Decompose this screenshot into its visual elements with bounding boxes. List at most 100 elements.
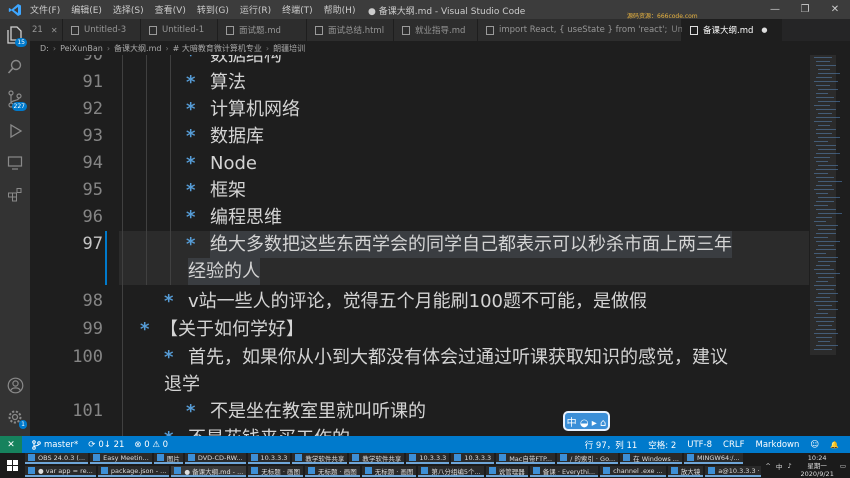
notification-bell-icon[interactable]: 🔔 xyxy=(830,441,839,449)
clock[interactable]: 10:24 星期一 2020/9/21 xyxy=(801,454,834,478)
tab-untitled-3[interactable]: Untitled-3 xyxy=(63,19,141,41)
taskbar-item-label: 10.3.3.3 xyxy=(260,453,288,462)
close-icon[interactable]: ✕ xyxy=(51,26,58,35)
extensions-icon[interactable] xyxy=(0,181,30,209)
minimize-button[interactable]: — xyxy=(760,0,790,19)
taskbar-item[interactable]: Mac自带FTP... xyxy=(496,453,556,464)
menu-view[interactable]: 查看(V) xyxy=(155,3,186,16)
menu-bar: 文件(F) 编辑(E) 选择(S) 查看(V) 转到(G) 运行(R) 终端(T… xyxy=(30,3,355,16)
breadcrumb-item[interactable]: # 大暗教育微计算机专业 xyxy=(173,43,262,54)
problems-status[interactable]: ⊗ 0 ⚠ 0 xyxy=(134,440,168,450)
taskbar-item[interactable]: 无标题 · 画图 xyxy=(305,466,360,477)
search-icon[interactable] xyxy=(0,53,30,81)
taskbar-item[interactable]: 在 Windows ... xyxy=(620,453,682,464)
system-tray: ^ 中 ♪ 10:24 星期一 2020/9/21 ▭ xyxy=(761,453,850,478)
code-line: 98 * v站一些人的评论，觉得五个月能刷100题不可能，是做假 xyxy=(30,288,810,315)
taskbar-item-label: 10.3.3.3 xyxy=(464,453,492,462)
branch-label: master* xyxy=(44,439,79,450)
account-icon[interactable] xyxy=(0,371,30,399)
taskbar-item-label: 无标题 · 画图 xyxy=(318,467,357,476)
ime-toolbar[interactable]: 中 ◒ ▸ ⌂ xyxy=(563,411,610,431)
taskbar-item[interactable]: 教学软件共享 xyxy=(349,453,405,464)
line-text: 数据库 xyxy=(210,126,264,147)
taskbar-item[interactable]: 第八分组编5个... xyxy=(418,466,484,477)
taskbar-item[interactable]: OBS 24.0.3 (... xyxy=(25,453,89,464)
remote-explorer-icon[interactable] xyxy=(0,149,30,177)
breadcrumb-item[interactable]: D: xyxy=(40,44,49,53)
chevron-right-icon: › xyxy=(52,43,57,53)
tab-career-md[interactable]: 就业指导.md xyxy=(394,19,478,41)
tab-untitled-1[interactable]: Untitled-1 xyxy=(141,19,218,41)
taskbar-item[interactable]: Easy Meetin... xyxy=(90,453,152,464)
source-control-icon[interactable]: 227 xyxy=(0,85,30,113)
taskbar-item-active[interactable]: ● 备课大纲.md - ... xyxy=(171,466,247,477)
line-number: 91 xyxy=(82,72,103,92)
code-line: 93 * 数据库 xyxy=(30,123,810,150)
taskbar-item[interactable]: package.json - ... xyxy=(97,466,170,477)
taskbar-item[interactable]: / 的索引 · Go... xyxy=(557,453,619,464)
tray-chevron-up-icon[interactable]: ^ xyxy=(765,462,770,470)
taskbar-item[interactable]: ● var app = re... xyxy=(25,466,96,477)
taskbar-item[interactable]: 10.3.3.3 xyxy=(451,453,495,464)
close-button[interactable]: ✕ xyxy=(820,0,850,19)
taskbar-item[interactable]: 教学软件共享 xyxy=(292,453,348,464)
volume-icon[interactable]: ♪ xyxy=(787,462,791,470)
menu-file[interactable]: 文件(F) xyxy=(30,3,60,16)
tab-untitled-9[interactable]: import React, { useState } from 'react';… xyxy=(478,19,714,41)
menu-selection[interactable]: 选择(S) xyxy=(113,3,144,16)
taskbar-item[interactable]: channel .exe ... xyxy=(600,466,666,477)
menu-edit[interactable]: 编辑(E) xyxy=(71,3,102,16)
tab-21[interactable]: 21 ✕ xyxy=(30,19,63,41)
taskbar-item[interactable]: 10.3.3.3 xyxy=(406,453,450,464)
cursor-position[interactable]: 行 97，列 11 xyxy=(585,439,638,451)
remote-indicator-icon[interactable]: ✕ xyxy=(0,436,22,453)
taskbar-item[interactable]: 说管理器 xyxy=(485,466,528,477)
tab-label: 备课大纲.md xyxy=(703,26,754,36)
ime-indicator[interactable]: 中 xyxy=(776,461,783,471)
encoding[interactable]: UTF-8 xyxy=(687,440,712,450)
settings-icon[interactable]: 1 xyxy=(0,403,30,431)
activity-bar: 15 227 1 xyxy=(0,19,30,436)
run-icon[interactable] xyxy=(0,117,30,145)
explorer-badge: 15 xyxy=(15,38,27,47)
line-text: 不是坐在教室里就叫听课的 xyxy=(210,401,426,422)
taskbar-item[interactable]: 图片 xyxy=(153,453,183,464)
sync-status[interactable]: ⟳ 0↓ 21 xyxy=(88,440,124,450)
taskbar-item[interactable]: 放大镜 xyxy=(667,466,704,477)
minimap-slider[interactable] xyxy=(810,55,836,355)
taskbar-item-label: 教学软件共享 xyxy=(362,454,402,463)
git-branch[interactable]: master* xyxy=(32,440,78,450)
menu-run[interactable]: 运行(R) xyxy=(240,3,271,16)
tab-interview-summary-html[interactable]: 面试总结.html xyxy=(307,19,394,41)
tab-outline-md[interactable]: 备课大纲.md ● xyxy=(682,19,782,41)
windows-start-icon[interactable] xyxy=(0,453,25,478)
unsaved-dot-icon[interactable]: ● xyxy=(761,26,767,34)
code-editor[interactable]: 90 * 数据结构 91 * 算法 92 * 计算机网络 93 * 数据库 94… xyxy=(30,55,810,436)
feedback-icon[interactable]: ☺ xyxy=(810,440,819,450)
menu-terminal[interactable]: 终端(T) xyxy=(282,3,313,16)
list-bullet: * xyxy=(186,99,196,120)
tab-interview-md[interactable]: 面试题.md xyxy=(218,19,307,41)
files-icon[interactable]: 15 xyxy=(0,21,30,49)
notification-center-icon[interactable]: ▭ xyxy=(840,462,846,470)
taskbar-item[interactable]: 无标题 · 画图 xyxy=(361,466,417,477)
code-line: 91 * 算法 xyxy=(30,69,810,96)
taskbar-item[interactable]: 10.3.3.3 xyxy=(247,453,291,464)
menu-go[interactable]: 转到(G) xyxy=(197,3,229,16)
taskbar-item[interactable]: 无标题 · 画图 xyxy=(248,466,303,477)
language-mode[interactable]: Markdown xyxy=(756,440,800,450)
taskbar-item[interactable]: MINGW64:/... xyxy=(684,453,743,464)
taskbar-item-label: 放大镜 xyxy=(680,467,701,476)
taskbar-item-label: 教学软件共享 xyxy=(305,454,345,463)
indentation[interactable]: 空格: 2 xyxy=(648,439,676,451)
taskbar-item[interactable]: 备课 · Everythi... xyxy=(529,466,599,477)
menu-help[interactable]: 帮助(H) xyxy=(324,3,356,16)
end-of-line[interactable]: CRLF xyxy=(723,440,744,450)
breadcrumb-item[interactable]: 朗疆培训 xyxy=(273,43,305,54)
taskbar-item[interactable]: DVD-CD-RW... xyxy=(184,453,246,464)
breadcrumb-item[interactable]: PeiXunBan xyxy=(60,44,103,53)
editor-tabs: 21 ✕ Untitled-3 Untitled-1 面试题.md 面试总结.ht… xyxy=(30,19,850,41)
maximize-button[interactable]: ❐ xyxy=(790,0,820,19)
list-bullet: * xyxy=(186,234,196,255)
breadcrumb-item[interactable]: 备课大纲.md xyxy=(114,43,161,54)
